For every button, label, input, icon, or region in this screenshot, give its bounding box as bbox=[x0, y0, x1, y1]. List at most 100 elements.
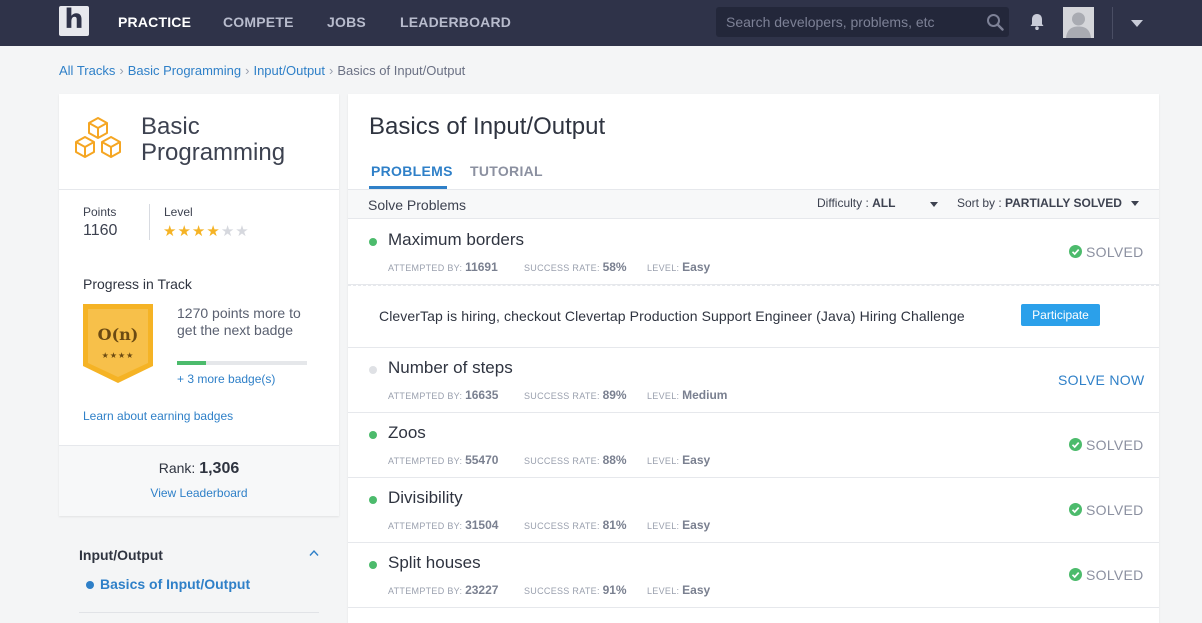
success-label: SUCCESS RATE: bbox=[524, 263, 600, 273]
track-title: Basic Programming bbox=[141, 113, 286, 166]
topic-heading[interactable]: Input/Output bbox=[79, 547, 163, 563]
current-topic-dot bbox=[86, 581, 94, 589]
problem-row[interactable]: Divisibility ATTEMPTED BY: 31504 SUCCESS… bbox=[348, 478, 1159, 543]
rank-text: Rank: 1,306 bbox=[59, 460, 339, 478]
account-menu-chevron-down-icon[interactable] bbox=[1129, 17, 1145, 29]
solved-label: SOLVED bbox=[1086, 567, 1144, 583]
problem-row[interactable]: Split houses ATTEMPTED BY: 23227 SUCCESS… bbox=[348, 543, 1159, 608]
level-meta-label: LEVEL: bbox=[647, 521, 680, 531]
level-value: Easy bbox=[682, 260, 711, 274]
solved-label: SOLVED bbox=[1086, 502, 1144, 518]
level-meta: LEVEL: Easy bbox=[647, 260, 710, 274]
top-navbar: h PRACTICE COMPETE JOBS LEADERBOARD bbox=[0, 0, 1202, 46]
solved-status-dot bbox=[369, 238, 377, 246]
attempted-meta: ATTEMPTED BY: 23227 bbox=[388, 583, 498, 597]
tab-tutorial[interactable]: TUTORIAL bbox=[470, 163, 543, 179]
topic-item-current[interactable]: Basics of Input/Output bbox=[100, 576, 250, 592]
solved-label: SOLVED bbox=[1086, 244, 1144, 260]
hackerearth-logo[interactable]: h bbox=[59, 4, 89, 36]
nav-practice[interactable]: PRACTICE bbox=[118, 14, 191, 30]
more-badges-link[interactable]: + 3 more badge(s) bbox=[177, 372, 275, 386]
solved-status-dot bbox=[369, 496, 377, 504]
tab-problems[interactable]: PROBLEMS bbox=[371, 163, 453, 179]
problem-row[interactable]: Zoos ATTEMPTED BY: 55470 SUCCESS RATE: 8… bbox=[348, 413, 1159, 478]
problem-title[interactable]: Zoos bbox=[388, 423, 426, 443]
problem-title[interactable]: Split houses bbox=[388, 553, 481, 573]
attempted-label: ATTEMPTED BY: bbox=[388, 521, 463, 531]
difficulty-chevron-down-icon[interactable] bbox=[930, 202, 938, 207]
participate-label: Participate bbox=[1032, 308, 1089, 322]
sort-chevron-down-icon[interactable] bbox=[1131, 201, 1139, 206]
success-value: 81% bbox=[602, 518, 627, 532]
attempted-meta: ATTEMPTED BY: 11691 bbox=[388, 260, 498, 274]
badge-icon: O(n) ★★★★ bbox=[83, 304, 153, 383]
success-meta: SUCCESS RATE: 89% bbox=[524, 388, 627, 402]
participate-button[interactable]: Participate bbox=[1021, 304, 1100, 326]
sort-filter[interactable]: Sort by : PARTIALLY SOLVED bbox=[957, 196, 1122, 210]
success-label: SUCCESS RATE: bbox=[524, 521, 600, 531]
success-label: SUCCESS RATE: bbox=[524, 391, 600, 401]
problem-row[interactable]: Number of steps ATTEMPTED BY: 16635 SUCC… bbox=[348, 348, 1159, 413]
solved-status-dot bbox=[369, 561, 377, 569]
level-meta-label: LEVEL: bbox=[647, 586, 680, 596]
breadcrumb-all-tracks[interactable]: All Tracks bbox=[59, 63, 115, 78]
progress-title: Progress in Track bbox=[83, 276, 192, 292]
search-icon[interactable] bbox=[986, 13, 1004, 31]
level-value: Easy bbox=[682, 583, 711, 597]
user-avatar[interactable] bbox=[1063, 7, 1094, 38]
star-filled-icon: ★ bbox=[206, 223, 221, 240]
level-meta: LEVEL: Medium bbox=[647, 388, 727, 402]
next-badge-text: 1270 points more to get the next badge bbox=[177, 305, 301, 338]
problem-title[interactable]: Number of steps bbox=[388, 358, 513, 378]
level-meta: LEVEL: Easy bbox=[647, 583, 710, 597]
nav-jobs[interactable]: JOBS bbox=[327, 14, 366, 30]
track-summary-card: Basic Programming Points 1160 Level ★★★★… bbox=[59, 94, 339, 516]
attempted-meta: ATTEMPTED BY: 16635 bbox=[388, 388, 498, 402]
search-input[interactable] bbox=[716, 7, 978, 37]
problem-title[interactable]: Divisibility bbox=[388, 488, 463, 508]
star-filled-icon: ★ bbox=[177, 223, 192, 240]
page-title: Basics of Input/Output bbox=[369, 113, 606, 140]
promo-text: CleverTap is hiring, checkout Clevertap … bbox=[379, 308, 965, 324]
nav-leaderboard[interactable]: LEADERBOARD bbox=[400, 14, 511, 30]
check-circle-icon bbox=[1069, 503, 1082, 516]
solve-now-link[interactable]: SOLVE NOW bbox=[1058, 372, 1144, 388]
sort-value: PARTIALLY SOLVED bbox=[1005, 196, 1122, 210]
stats-divider bbox=[149, 204, 150, 240]
success-value: 88% bbox=[602, 453, 627, 467]
nav-compete[interactable]: COMPETE bbox=[223, 14, 294, 30]
success-meta: SUCCESS RATE: 88% bbox=[524, 453, 627, 467]
attempted-value: 31504 bbox=[465, 518, 499, 532]
rank-section: Rank: 1,306 View Leaderboard bbox=[59, 445, 339, 516]
success-value: 58% bbox=[602, 260, 627, 274]
problems-panel: Basics of Input/Output PROBLEMS TUTORIAL… bbox=[348, 94, 1159, 623]
notification-bell-icon[interactable] bbox=[1029, 13, 1045, 31]
solved-status-dot bbox=[369, 431, 377, 439]
attempted-meta: ATTEMPTED BY: 55470 bbox=[388, 453, 498, 467]
solved-label: SOLVED bbox=[1086, 437, 1144, 453]
success-meta: SUCCESS RATE: 81% bbox=[524, 518, 627, 532]
chevron-up-icon[interactable] bbox=[309, 549, 319, 557]
level-meta-label: LEVEL: bbox=[647, 391, 680, 401]
divider bbox=[79, 612, 319, 613]
level-value: Easy bbox=[682, 518, 711, 532]
breadcrumb-basic-programming[interactable]: Basic Programming bbox=[128, 63, 241, 78]
badge-symbol: O(n) bbox=[98, 325, 139, 344]
breadcrumb-input-output[interactable]: Input/Output bbox=[253, 63, 325, 78]
attempted-meta: ATTEMPTED BY: 31504 bbox=[388, 518, 498, 532]
attempted-value: 16635 bbox=[465, 388, 499, 402]
rank-label: Rank: bbox=[158, 460, 196, 476]
success-value: 89% bbox=[602, 388, 627, 402]
learn-badges-link[interactable]: Learn about earning badges bbox=[83, 409, 233, 423]
badge-progress-fill bbox=[177, 361, 206, 365]
breadcrumb-current: Basics of Input/Output bbox=[337, 63, 466, 78]
level-label: Level bbox=[164, 205, 193, 219]
problem-row[interactable]: Maximum borders ATTEMPTED BY: 11691 SUCC… bbox=[348, 220, 1159, 285]
star-empty-icon: ★ bbox=[235, 223, 250, 240]
badge-progress-bar bbox=[177, 361, 307, 365]
view-leaderboard-link[interactable]: View Leaderboard bbox=[59, 486, 339, 500]
attempted-value: 55470 bbox=[465, 453, 499, 467]
problem-title[interactable]: Maximum borders bbox=[388, 230, 524, 250]
search-box bbox=[716, 7, 1009, 37]
difficulty-filter[interactable]: Difficulty : ALL bbox=[817, 196, 895, 210]
